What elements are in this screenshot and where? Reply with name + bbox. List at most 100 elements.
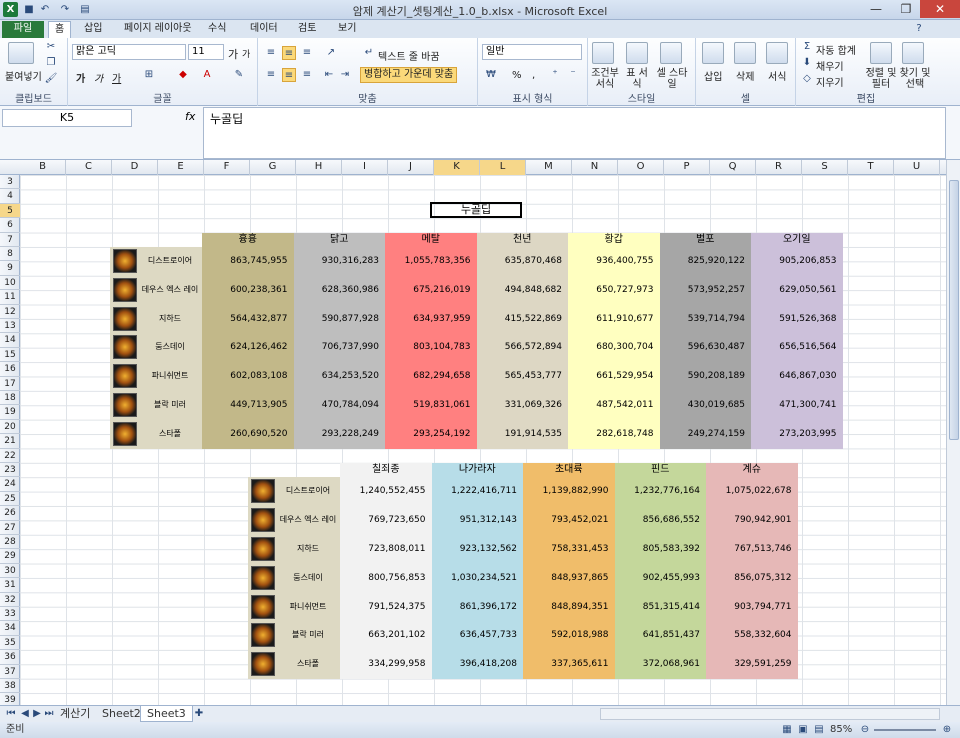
- row-header-29[interactable]: 29: [0, 549, 20, 564]
- table1-cell[interactable]: 565,453,777: [476, 362, 568, 391]
- row-header-35[interactable]: 35: [0, 636, 20, 651]
- row-header-34[interactable]: 34: [0, 621, 20, 636]
- formula-input[interactable]: 누골딥: [203, 107, 946, 159]
- table1-cell[interactable]: 519,831,061: [385, 391, 477, 420]
- table2-cell[interactable]: 856,075,312: [706, 563, 798, 593]
- row-header-37[interactable]: 37: [0, 665, 20, 679]
- table2-cell[interactable]: 758,331,453: [523, 535, 615, 564]
- table1-header[interactable]: 메탈: [385, 232, 477, 247]
- table1-cell[interactable]: 494,848,682: [476, 275, 568, 305]
- row-header-5[interactable]: 5: [0, 203, 20, 219]
- font-color-icon[interactable]: A: [200, 68, 214, 82]
- zoom-out-icon[interactable]: ⊖: [858, 723, 872, 737]
- table2-cell[interactable]: 793,452,021: [523, 506, 615, 535]
- row-header-7[interactable]: 7: [0, 233, 20, 247]
- format-table-button[interactable]: 표 서식: [626, 68, 648, 90]
- row-header-26[interactable]: 26: [0, 506, 20, 521]
- conditional-format-button[interactable]: 조건부 서식: [590, 68, 620, 90]
- table1-cell[interactable]: 293,254,192: [385, 419, 477, 449]
- row-header-13[interactable]: 13: [0, 319, 20, 334]
- table2-row-label[interactable]: 디스트로이어: [276, 477, 340, 506]
- column-header-n[interactable]: N: [572, 160, 618, 175]
- increase-decimal-icon[interactable]: ⁺: [548, 68, 562, 82]
- table2-cell[interactable]: 790,942,901: [706, 506, 798, 535]
- table2-cell[interactable]: 848,937,865: [523, 563, 615, 593]
- table2-header[interactable]: 계슈: [706, 463, 798, 477]
- table1-cell[interactable]: 260,690,520: [202, 419, 294, 449]
- row-header-31[interactable]: 31: [0, 578, 20, 593]
- row-header-21[interactable]: 21: [0, 434, 20, 449]
- column-header-s[interactable]: S: [802, 160, 848, 175]
- table2-cell[interactable]: 329,591,259: [706, 650, 798, 679]
- tab-view[interactable]: 보기: [332, 21, 362, 38]
- table1-cell[interactable]: 656,516,564: [751, 333, 843, 363]
- table2-cell[interactable]: 902,455,993: [614, 563, 706, 593]
- table1-cell[interactable]: 487,542,011: [568, 391, 660, 420]
- tab-home[interactable]: 홈: [48, 21, 72, 38]
- align-top-icon[interactable]: ≡: [264, 46, 278, 60]
- row-header-3[interactable]: 3: [0, 175, 20, 190]
- table1-cell[interactable]: 863,745,955: [202, 247, 294, 276]
- table2-cell[interactable]: 791,524,375: [340, 592, 432, 622]
- column-header-p[interactable]: P: [664, 160, 710, 175]
- table2-cell[interactable]: 951,312,143: [431, 506, 523, 535]
- clear-icon[interactable]: ◇: [800, 72, 814, 86]
- zoom-in-icon[interactable]: ⊕: [940, 723, 954, 737]
- align-bottom-icon[interactable]: ≡: [300, 46, 314, 60]
- column-header-b[interactable]: B: [20, 160, 66, 175]
- minimize-button[interactable]: —: [862, 0, 890, 18]
- table1-cell[interactable]: 590,208,189: [659, 362, 751, 391]
- vertical-scrollbar[interactable]: [946, 160, 960, 705]
- table2-cell[interactable]: 923,132,562: [431, 535, 523, 564]
- decrease-decimal-icon[interactable]: ⁻: [566, 68, 580, 82]
- format-cells-button[interactable]: 서식: [768, 68, 786, 83]
- table1-cell[interactable]: 634,253,520: [293, 362, 385, 391]
- table1-cell[interactable]: 539,714,794: [659, 304, 751, 334]
- vertical-scroll-thumb[interactable]: [949, 180, 959, 440]
- row-header-30[interactable]: 30: [0, 564, 20, 579]
- table1-cell[interactable]: 415,522,869: [476, 304, 568, 334]
- delete-cells-icon[interactable]: [734, 42, 756, 64]
- table1-cell[interactable]: 470,784,094: [293, 391, 385, 420]
- table1-cell[interactable]: 611,910,677: [568, 304, 660, 334]
- table1-cell[interactable]: 628,360,986: [293, 275, 385, 305]
- page-break-view-icon[interactable]: ▤: [812, 723, 826, 737]
- row-header-6[interactable]: 6: [0, 218, 20, 233]
- format-painter-icon[interactable]: 🖌: [44, 72, 58, 86]
- table1-header[interactable]: 닭고: [293, 232, 385, 247]
- find-select-icon[interactable]: [902, 42, 924, 64]
- row-header-28[interactable]: 28: [0, 535, 20, 550]
- table2-cell[interactable]: 767,513,746: [706, 535, 798, 564]
- table1-cell[interactable]: 564,432,877: [202, 304, 294, 334]
- row-header-10[interactable]: 10: [0, 276, 20, 291]
- table2-cell[interactable]: 337,365,611: [523, 650, 615, 679]
- column-header-e[interactable]: E: [158, 160, 204, 175]
- autosum-button[interactable]: 자동 합계: [816, 42, 856, 57]
- comma-button[interactable]: ,: [532, 70, 535, 81]
- table1-cell[interactable]: 706,737,990: [293, 333, 385, 363]
- table1-cell[interactable]: 629,050,561: [751, 275, 843, 305]
- table1-cell[interactable]: 273,203,995: [751, 419, 843, 449]
- table1-cell[interactable]: 680,300,704: [568, 333, 660, 363]
- table1-row-label[interactable]: 블락 미러: [138, 391, 202, 420]
- column-header-q[interactable]: Q: [710, 160, 756, 175]
- table1-cell[interactable]: 293,228,249: [293, 419, 385, 449]
- table2-row-label[interactable]: 블락 미러: [276, 621, 340, 650]
- fill-icon[interactable]: ⬇: [800, 56, 814, 70]
- table2-cell[interactable]: 334,299,958: [340, 650, 432, 679]
- table2-cell[interactable]: 558,332,604: [706, 621, 798, 651]
- table1-cell[interactable]: 646,867,030: [751, 362, 843, 391]
- copy-icon[interactable]: ❐: [44, 56, 58, 70]
- table2-cell[interactable]: 723,808,011: [340, 535, 432, 564]
- row-header-32[interactable]: 32: [0, 593, 20, 607]
- column-header-h[interactable]: H: [296, 160, 342, 175]
- table2-cell[interactable]: 1,222,416,711: [431, 477, 523, 507]
- zoom-level[interactable]: 85%: [830, 722, 852, 737]
- underline-button[interactable]: 가: [112, 70, 121, 85]
- table1-cell[interactable]: 566,572,894: [476, 333, 568, 363]
- table1-row-label[interactable]: 데우스 엑스 레이: [138, 276, 202, 305]
- column-header-u[interactable]: U: [894, 160, 940, 175]
- table1-row-label[interactable]: 둠스데이: [138, 333, 202, 362]
- zoom-slider[interactable]: [874, 729, 936, 731]
- horizontal-scrollbar[interactable]: [600, 708, 940, 720]
